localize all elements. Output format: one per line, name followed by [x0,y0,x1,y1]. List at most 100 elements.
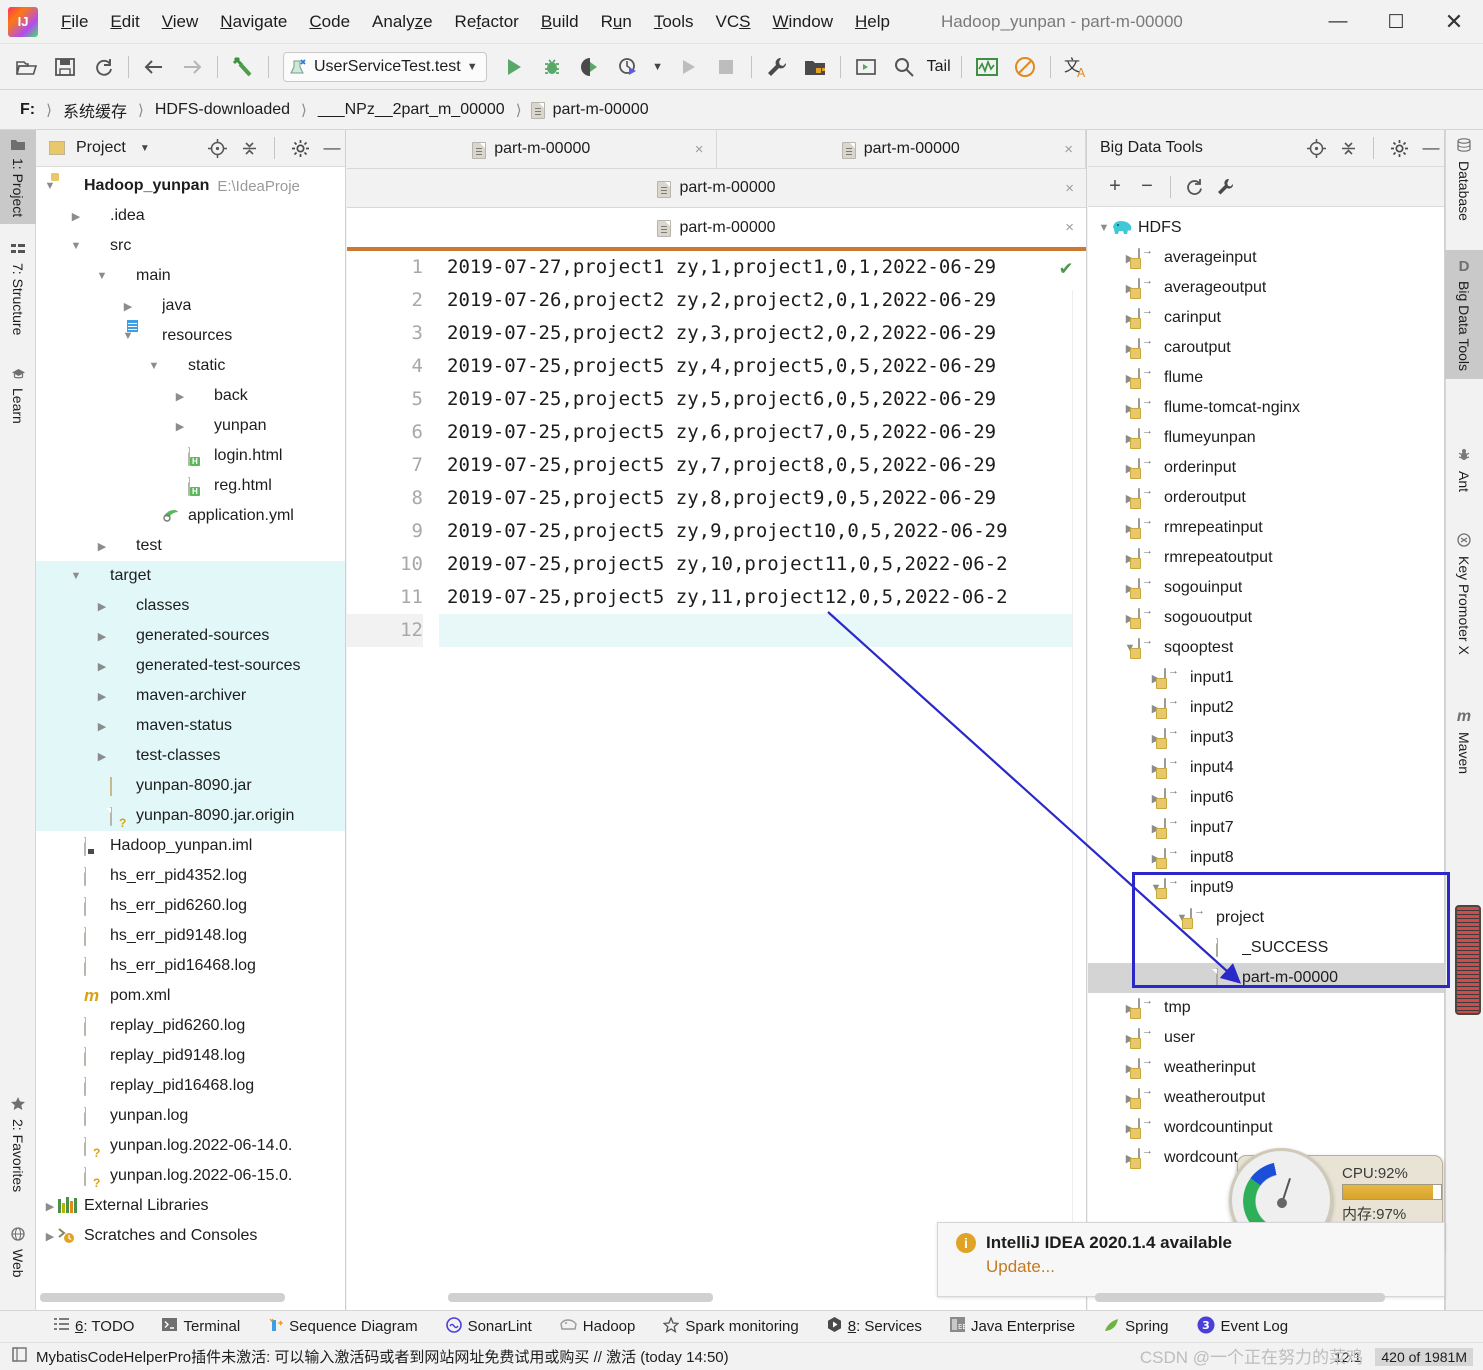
sync-icon[interactable] [87,51,119,83]
hdfs-tree-row[interactable]: ▶weatherinput [1088,1053,1444,1083]
sidebar-item-project[interactable]: 1: Project [0,130,36,225]
code-line[interactable]: 2019-07-25,project5 zy,5,project6,0,5,20… [439,383,1086,416]
code-line[interactable]: 2019-07-25,project5 zy,6,project7,0,5,20… [439,416,1086,449]
code-line[interactable]: 2019-07-25,project5 zy,7,project8,0,5,20… [439,449,1086,482]
hdfs-tree-row[interactable]: ▼project [1088,903,1444,933]
project-structure-icon[interactable] [799,51,831,83]
hdfs-tree-row[interactable]: ▶input3 [1088,723,1444,753]
chevron-down-icon[interactable]: ▼ [132,135,158,161]
memory-indicator[interactable]: 420 of 1981M [1375,1347,1473,1366]
project-tree-row[interactable]: ▶replay_pid6260.log [36,1011,345,1041]
chevron-right-icon[interactable]: ▶ [42,1230,58,1243]
refresh-icon[interactable] [1179,173,1209,201]
hdfs-tree-row[interactable]: ▶averageinput [1088,243,1444,273]
project-tree-row[interactable]: ▶hs_err_pid6260.log [36,891,345,921]
close-icon[interactable]: × [1064,141,1073,158]
tool-button-spring[interactable]: Spring [1089,1318,1182,1336]
project-tree-row[interactable]: ▶ back [36,381,345,411]
tool-button-services[interactable]: 8: Services [813,1317,936,1336]
hdfs-tree-row[interactable]: ▶orderoutput [1088,483,1444,513]
chevron-right-icon[interactable]: ▶ [94,720,110,733]
chevron-right-icon[interactable]: ▶ [68,210,84,223]
locate-icon[interactable] [204,135,230,161]
hide-icon[interactable]: — [319,135,345,161]
project-tree-row[interactable]: ▶hs_err_pid16468.log [36,951,345,981]
project-tree-row[interactable]: ▶?yunpan-8090.jar.origin [36,801,345,831]
project-tree-row[interactable]: ▶yunpan.log [36,1101,345,1131]
tool-button-sonarlint[interactable]: SonarLint [432,1316,546,1337]
hdfs-tree-row[interactable]: ▼input9 [1088,873,1444,903]
sidebar-item-ant[interactable]: Ant [1445,440,1483,500]
notification-update-link[interactable]: Update... [986,1257,1444,1277]
profile-icon[interactable] [612,51,644,83]
hide-icon[interactable]: — [1418,135,1444,161]
editor-tab-active[interactable]: part-m-00000 × [347,208,1086,247]
breadcrumb-item-2[interactable]: HDFS-downloaded [153,101,292,119]
tool-button-java-enterprise[interactable]: EE Java Enterprise [936,1317,1089,1336]
gear-icon[interactable] [287,135,313,161]
inspection-ok-icon[interactable]: ✔ [1060,255,1072,279]
hdfs-tree-row[interactable]: ▶caroutput [1088,333,1444,363]
chevron-down-icon[interactable]: ▼ [68,240,84,252]
tool-button-hadoop[interactable]: Hadoop [546,1318,650,1336]
editor-tab[interactable]: part-m-00000 × [347,130,717,169]
hdfs-tree-row[interactable]: ▶input8 [1088,843,1444,873]
chevron-right-icon[interactable]: ▶ [94,750,110,763]
hdfs-tree-row[interactable]: ▶input4 [1088,753,1444,783]
project-tree-row[interactable]: ▶?yunpan.log.2022-06-14.0. [36,1131,345,1161]
project-tree-row[interactable]: ▼ Hadoop_yunpan E:\IdeaProje [36,171,345,201]
chevron-down-icon[interactable]: ▼ [94,270,110,282]
locate-icon[interactable] [1303,135,1329,161]
menu-item-help[interactable]: Help [844,9,901,35]
menu-item-refactor[interactable]: Refactor [444,9,530,35]
chevron-right-icon[interactable]: ▶ [94,540,110,553]
gear-icon[interactable] [1386,135,1412,161]
project-tree-row[interactable]: ▶application.yml [36,501,345,531]
menu-item-edit[interactable]: Edit [99,9,150,35]
project-tree-row[interactable]: ▶replay_pid16468.log [36,1071,345,1101]
translate-icon[interactable]: 文A [1060,51,1092,83]
project-tree-row[interactable]: ▼ src [36,231,345,261]
hdfs-tree-row[interactable]: ▶orderinput [1088,453,1444,483]
project-tree-row[interactable]: ▶Hadoop_yunpan.iml [36,831,345,861]
chevron-right-icon[interactable]: ▶ [172,420,188,433]
remove-icon[interactable]: − [1132,173,1162,201]
chevron-right-icon[interactable]: ▶ [120,300,136,313]
hdfs-tree-row[interactable]: ▼sqooptest [1088,633,1444,663]
project-tree-row[interactable]: ▶?yunpan.log.2022-06-15.0. [36,1161,345,1191]
back-arrow-icon[interactable] [138,51,170,83]
hdfs-tree-row[interactable]: ▶tmp [1088,993,1444,1023]
hdfs-horizontal-scrollbar[interactable] [1095,1293,1385,1302]
hdfs-tree-row[interactable]: ▶wordcountinput [1088,1113,1444,1143]
close-button[interactable]: ✕ [1425,0,1483,44]
hdfs-tree-row[interactable]: ▶_SUCCESS [1088,933,1444,963]
hdfs-tree-row[interactable]: ▶user [1088,1023,1444,1053]
project-tree-row[interactable]: ▼ target [36,561,345,591]
project-tree-row[interactable]: ▶ test-classes [36,741,345,771]
settings-wrench-icon[interactable] [761,51,793,83]
sidebar-item-key-promoter-x[interactable]: Key Promoter X [1445,525,1483,663]
menu-item-tools[interactable]: Tools [643,9,705,35]
project-tree-row[interactable]: ▶yunpan-8090.jar [36,771,345,801]
code-line[interactable]: 2019-07-25,project5 zy,4,project5,0,5,20… [439,350,1086,383]
run-coverage-icon[interactable] [574,51,606,83]
hdfs-tree-row[interactable]: ▶input6 [1088,783,1444,813]
monitoring-icon[interactable] [971,51,1003,83]
code-line[interactable] [439,614,1086,647]
editor-tab[interactable]: part-m-00000 × [716,130,1086,169]
code-line[interactable]: 2019-07-25,project5 zy,10,project11,0,5,… [439,548,1086,581]
profile-dropdown-icon[interactable]: ▼ [650,51,666,83]
collapse-all-icon[interactable] [236,135,262,161]
project-tree-row[interactable]: ▶Hreg.html [36,471,345,501]
suppress-icon[interactable] [1009,51,1041,83]
chevron-right-icon[interactable]: ▶ [42,1200,58,1213]
code-line[interactable]: 2019-07-25,project5 zy,9,project10,0,5,2… [439,515,1086,548]
project-tree-row[interactable]: ▼ static [36,351,345,381]
hdfs-tree-row[interactable]: ▶input2 [1088,693,1444,723]
chevron-down-icon[interactable]: ▼ [467,61,478,73]
update-notification[interactable]: i IntelliJ IDEA 2020.1.4 available Updat… [937,1222,1445,1297]
chevron-down-icon[interactable]: ▼ [1096,222,1112,234]
project-tree-row[interactable]: ▶ classes [36,591,345,621]
code-line[interactable]: 2019-07-27,project1 zy,1,project1,0,1,20… [439,251,1086,284]
chevron-down-icon[interactable]: ▼ [68,570,84,582]
